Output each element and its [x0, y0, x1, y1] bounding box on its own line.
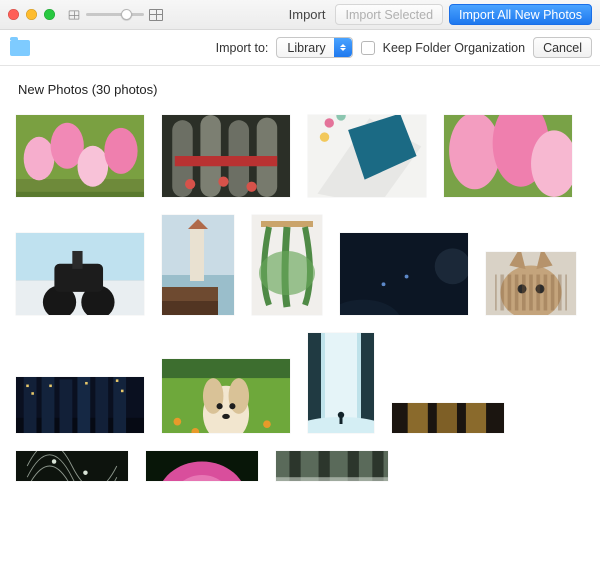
window-title: Import [289, 7, 326, 22]
import-selected-button[interactable]: Import Selected [335, 4, 443, 25]
import-to-select[interactable]: Library [276, 37, 352, 58]
keep-folder-checkbox[interactable] [361, 41, 375, 55]
thumbnail-size-slider[interactable] [86, 13, 144, 16]
photo-thumbnail[interactable] [16, 115, 144, 197]
import-all-label: Import All New Photos [459, 8, 582, 22]
thumbnail-size-control [67, 9, 163, 21]
window-titlebar: Import Import Selected Import All New Ph… [0, 0, 600, 30]
import-content: New Photos (30 photos) [0, 66, 600, 578]
zoom-icon[interactable] [44, 9, 55, 20]
photo-thumbnail[interactable] [252, 215, 322, 315]
photo-grid [16, 115, 584, 481]
photo-thumbnail[interactable] [308, 115, 426, 197]
photo-thumbnail[interactable] [162, 359, 290, 433]
minimize-icon[interactable] [26, 9, 37, 20]
photo-thumbnail[interactable] [16, 451, 128, 481]
import-to-value: Library [277, 41, 333, 55]
section-title: New Photos (30 photos) [18, 82, 582, 97]
photo-thumbnail[interactable] [146, 451, 258, 481]
photo-thumbnail[interactable] [486, 252, 576, 315]
folder-icon[interactable] [10, 40, 30, 56]
window-controls [8, 9, 55, 20]
photo-thumbnail[interactable] [16, 233, 144, 315]
photo-thumbnail[interactable] [162, 215, 234, 315]
import-to-label: Import to: [216, 41, 269, 55]
import-all-button[interactable]: Import All New Photos [449, 4, 592, 25]
keep-folder-label: Keep Folder Organization [383, 41, 525, 55]
close-icon[interactable] [8, 9, 19, 20]
photo-thumbnail[interactable] [162, 115, 290, 197]
grid-small-icon [69, 10, 80, 19]
cancel-label: Cancel [543, 41, 582, 55]
photo-thumbnail[interactable] [16, 377, 144, 433]
import-selected-label: Import Selected [345, 8, 433, 22]
chevron-up-down-icon [334, 38, 352, 57]
photo-thumbnail[interactable] [276, 451, 388, 481]
photo-thumbnail[interactable] [392, 403, 504, 433]
cancel-button[interactable]: Cancel [533, 37, 592, 58]
grid-large-icon [149, 9, 163, 21]
photo-thumbnail[interactable] [340, 233, 468, 315]
import-options-bar: Import to: Library Keep Folder Organizat… [0, 30, 600, 66]
photo-thumbnail[interactable] [308, 333, 374, 433]
photo-thumbnail[interactable] [444, 115, 572, 197]
